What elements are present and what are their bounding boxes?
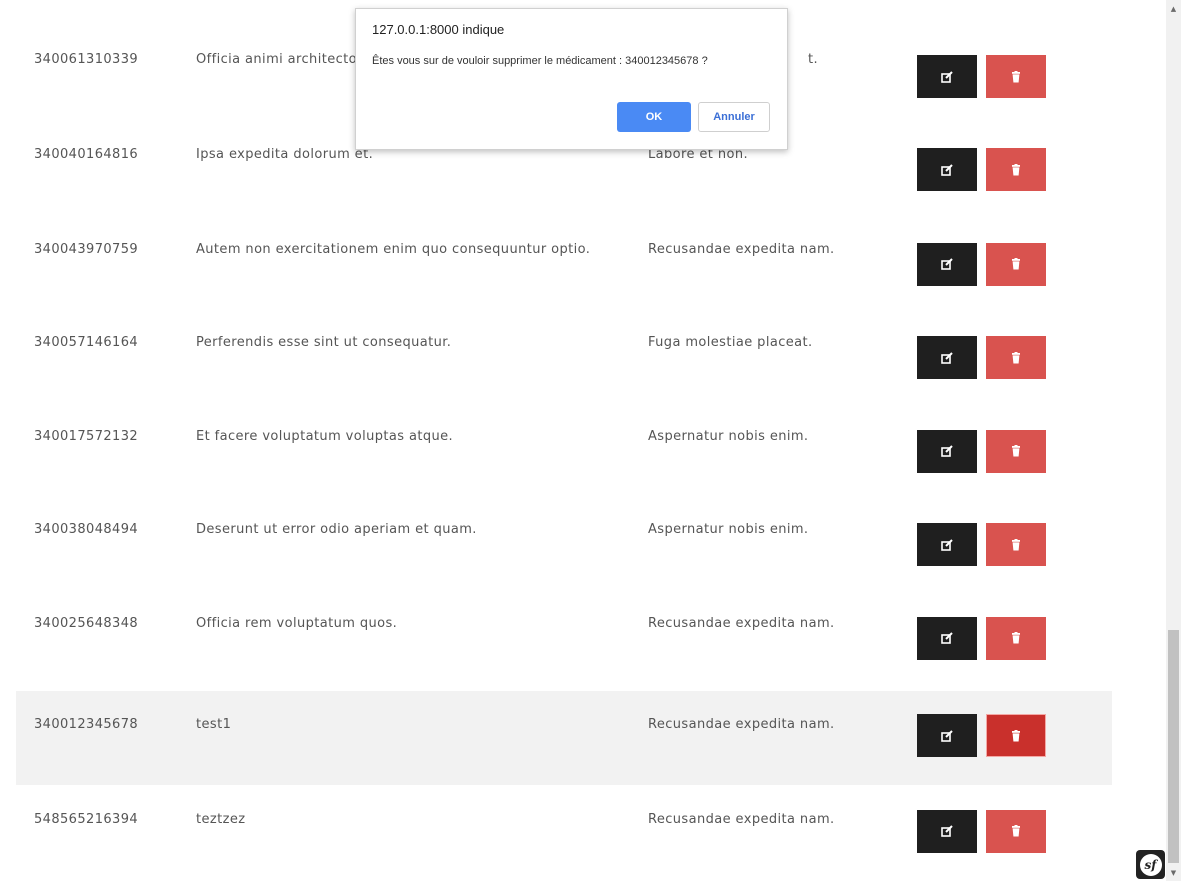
trash-icon <box>1011 258 1021 270</box>
row-description: Recusandae expedita nam. <box>648 615 835 631</box>
edit-icon <box>941 258 953 270</box>
row-code: 340040164816 <box>34 147 139 162</box>
delete-button[interactable] <box>986 523 1046 566</box>
table-row: 340043970759 Autem non exercitationem en… <box>16 224 1112 318</box>
edit-button[interactable] <box>917 809 977 853</box>
row-name: Deserunt ut error odio aperiam et quam. <box>196 522 477 537</box>
symfony-logo-icon: sf <box>1139 853 1162 876</box>
row-description: Aspernatur nobis enim. <box>648 428 809 444</box>
delete-button[interactable] <box>986 809 1046 853</box>
trash-icon <box>1011 538 1021 551</box>
edit-button[interactable] <box>917 148 977 191</box>
row-name: Perferendis esse sint ut consequatur. <box>196 335 452 350</box>
edit-button[interactable] <box>917 242 977 286</box>
edit-button[interactable] <box>917 523 977 566</box>
confirm-dialog: 127.0.0.1:8000 indique Êtes vous sur de … <box>355 8 788 150</box>
row-description: Aspernatur nobis enim. <box>648 522 809 537</box>
trash-icon <box>1011 351 1021 364</box>
edit-button[interactable] <box>917 616 977 660</box>
row-description: Recusandae expedita nam. <box>648 241 835 257</box>
edit-icon <box>941 70 953 83</box>
delete-button[interactable] <box>986 336 1046 379</box>
row-name: Officia rem voluptatum quos. <box>196 615 398 631</box>
edit-icon <box>941 825 953 837</box>
trash-icon <box>1011 632 1021 644</box>
trash-icon <box>1011 163 1021 176</box>
row-code: 340038048494 <box>34 522 139 537</box>
trash-icon <box>1011 70 1021 83</box>
edit-button[interactable] <box>917 429 977 473</box>
scroll-up-arrow-icon[interactable]: ▲ <box>1166 0 1181 17</box>
ok-button[interactable]: OK <box>617 102 691 132</box>
row-name: teztzez <box>196 811 246 827</box>
row-description: Fuga molestiae placeat. <box>648 335 813 350</box>
row-name: Et facere voluptatum voluptas atque. <box>196 428 454 444</box>
scroll-thumb[interactable] <box>1168 630 1179 863</box>
page: 340061310339 Officia animi architecto t.… <box>0 0 1181 881</box>
cancel-button[interactable]: Annuler <box>698 102 770 132</box>
scroll-down-arrow-icon[interactable]: ▼ <box>1166 864 1181 881</box>
trash-icon <box>1011 729 1021 742</box>
edit-icon <box>941 163 953 176</box>
delete-button[interactable] <box>986 429 1046 473</box>
delete-button[interactable] <box>986 616 1046 660</box>
edit-icon <box>941 351 953 364</box>
delete-button[interactable] <box>986 714 1046 757</box>
delete-button[interactable] <box>986 148 1046 191</box>
row-code: 548565216394 <box>34 811 139 827</box>
table-row-selected: 340012345678 test1 Recusandae expedita n… <box>16 691 1112 785</box>
edit-button[interactable] <box>917 714 977 757</box>
row-description: Recusandae expedita nam. <box>648 811 835 827</box>
table-row: 340038048494 Deserunt ut error odio aper… <box>16 504 1112 598</box>
row-code: 340017572132 <box>34 428 139 444</box>
row-code: 340012345678 <box>34 717 139 732</box>
edit-icon <box>941 632 953 644</box>
row-description: t. <box>808 52 819 67</box>
row-code: 340057146164 <box>34 335 139 350</box>
row-name: Officia animi architecto <box>196 52 357 67</box>
dialog-title: 127.0.0.1:8000 indique <box>372 22 505 37</box>
trash-icon <box>1011 445 1021 457</box>
row-code: 340043970759 <box>34 241 139 257</box>
row-code: 340025648348 <box>34 615 139 631</box>
row-name: test1 <box>196 717 232 732</box>
symfony-toolbar-toggle[interactable]: sf <box>1136 850 1165 879</box>
table-row: 340057146164 Perferendis esse sint ut co… <box>16 317 1112 411</box>
table-row: 548565216394 teztzez Recusandae expedita… <box>16 785 1112 879</box>
delete-button[interactable] <box>986 242 1046 286</box>
edit-icon <box>941 538 953 551</box>
edit-icon <box>941 445 953 457</box>
table-row: 340017572132 Et facere voluptatum volupt… <box>16 411 1112 505</box>
vertical-scrollbar[interactable]: ▲ ▼ <box>1166 0 1181 881</box>
trash-icon <box>1011 825 1021 837</box>
edit-button[interactable] <box>917 336 977 379</box>
row-name: Autem non exercitationem enim quo conseq… <box>196 241 591 257</box>
delete-button[interactable] <box>986 55 1046 98</box>
dialog-message: Êtes vous sur de vouloir supprimer le mé… <box>372 55 708 67</box>
row-description: Recusandae expedita nam. <box>648 717 835 732</box>
edit-icon <box>941 729 953 742</box>
table-row: 340025648348 Officia rem voluptatum quos… <box>16 598 1112 692</box>
edit-button[interactable] <box>917 55 977 98</box>
row-name: Ipsa expedita dolorum et. <box>196 147 374 162</box>
row-code: 340061310339 <box>34 52 139 67</box>
